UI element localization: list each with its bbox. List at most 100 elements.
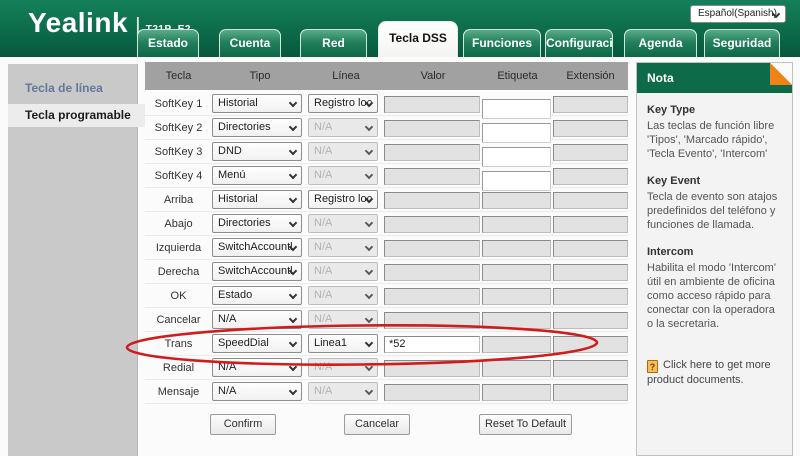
type-select[interactable]: SpeedDial — [212, 334, 302, 353]
line-select: N/A — [308, 382, 378, 401]
table-row-izquierda: Izquierda SwitchAccountl N/A — [145, 236, 628, 260]
select-value: Registro loc — [314, 193, 372, 205]
select-value: DND — [218, 145, 242, 157]
key-label: Derecha — [145, 260, 212, 284]
table-row-cancelar: Cancelar N/A N/A — [145, 308, 628, 332]
type-select[interactable]: Estado — [212, 286, 302, 305]
type-select[interactable]: N/A — [212, 310, 302, 329]
line-select[interactable]: Registro loc — [308, 190, 378, 209]
chevron-down-icon — [289, 123, 297, 131]
select-value: N/A — [314, 313, 332, 325]
sidebar-item-tecla-programable[interactable]: Tecla programable — [8, 104, 145, 127]
sidebar-item-tecla-de-linea[interactable]: Tecla de línea — [8, 77, 137, 100]
type-select[interactable]: SwitchAccountl — [212, 262, 302, 281]
tab-tecla-dss[interactable]: Tecla DSS — [378, 21, 458, 57]
value-input — [384, 168, 480, 185]
tab-label: Funciones — [472, 36, 532, 50]
line-select: N/A — [308, 118, 378, 137]
chevron-down-icon — [365, 171, 373, 179]
reset-to-default-button[interactable]: Reset To Default — [479, 414, 572, 435]
product-documents-link[interactable]: ?Click here to get more product document… — [647, 358, 782, 387]
header-bar: Yealink | T21P_E2 Español(Spanish) Estad… — [0, 0, 800, 57]
note-section-key-event: Key Event Tecla de evento son atajos pre… — [647, 174, 782, 232]
chevron-down-icon — [289, 363, 297, 371]
line-select[interactable]: Linea1 — [308, 334, 378, 353]
type-select[interactable]: Historial — [212, 190, 302, 209]
type-select[interactable]: Directories — [212, 118, 302, 137]
label-input[interactable] — [482, 147, 551, 167]
note-title: Nota — [647, 71, 674, 85]
logo-text: Yealink — [28, 9, 128, 37]
select-value: N/A — [314, 241, 332, 253]
select-value: N/A — [218, 313, 236, 325]
tab-agenda[interactable]: Agenda — [624, 29, 697, 57]
chevron-down-icon — [365, 315, 373, 323]
label-input[interactable] — [482, 171, 551, 191]
extension-input — [553, 312, 628, 329]
key-label: Abajo — [145, 212, 212, 236]
select-value: Linea1 — [314, 337, 347, 349]
select-value: N/A — [314, 217, 332, 229]
column-header-linea: Línea — [308, 70, 384, 82]
tab-cuenta[interactable]: Cuenta — [219, 29, 281, 57]
label-input[interactable] — [482, 123, 551, 143]
chevron-down-icon — [289, 339, 297, 347]
line-select: N/A — [308, 262, 378, 281]
key-label: SoftKey 3 — [145, 140, 212, 164]
chevron-down-icon — [365, 267, 373, 275]
value-input — [384, 384, 480, 401]
extension-input — [553, 240, 628, 257]
label-input[interactable] — [482, 99, 551, 119]
type-select[interactable]: Historial — [212, 94, 302, 113]
tab-label: Estado — [148, 36, 188, 50]
chevron-down-icon — [365, 219, 373, 227]
type-select[interactable]: DND — [212, 142, 302, 161]
line-select[interactable]: Registro loc — [308, 94, 378, 113]
line-select: N/A — [308, 286, 378, 305]
select-value: SpeedDial — [218, 337, 269, 349]
extension-input — [553, 288, 628, 305]
extension-input — [553, 336, 628, 353]
column-header-valor: Valor — [384, 70, 482, 82]
line-select: N/A — [308, 214, 378, 233]
table-row-abajo: Abajo Directories N/A — [145, 212, 628, 236]
cancel-button[interactable]: Cancelar — [344, 414, 410, 435]
label-input — [482, 216, 551, 233]
type-select[interactable]: SwitchAccountl — [212, 238, 302, 257]
key-label: SoftKey 1 — [145, 92, 212, 116]
type-select[interactable]: N/A — [212, 358, 302, 377]
table-row-softkey2: SoftKey 2 Directories N/A — [145, 116, 628, 140]
tab-label: Agenda — [638, 36, 682, 50]
tab-red[interactable]: Red — [300, 29, 367, 57]
tab-estado[interactable]: Estado — [137, 29, 199, 57]
confirm-button[interactable]: Confirm — [210, 414, 276, 435]
table-row-trans: Trans SpeedDial Linea1 *52 — [145, 332, 628, 356]
select-value: Estado — [218, 289, 252, 301]
value-input[interactable]: *52 — [384, 336, 480, 353]
select-value: Registro loc — [314, 97, 372, 109]
note-section-intercom: Intercom Habilita el modo 'Intercom' úti… — [647, 245, 782, 331]
note-section-heading: Intercom — [647, 245, 782, 259]
tab-funciones[interactable]: Funciones — [463, 29, 541, 57]
type-select[interactable]: N/A — [212, 382, 302, 401]
line-select: N/A — [308, 166, 378, 185]
extension-input — [553, 96, 628, 113]
tab-configuracion[interactable]: Configuraci — [545, 29, 613, 57]
yealink-web-config-page: Yealink | T21P_E2 Español(Spanish) Estad… — [0, 0, 800, 456]
value-input — [384, 312, 480, 329]
type-select[interactable]: Menú — [212, 166, 302, 185]
note-panel-body: Key Type Las teclas de función libre 'Ti… — [637, 93, 792, 387]
language-select[interactable]: Español(Spanish) — [690, 5, 786, 23]
select-value: Directories — [218, 217, 271, 229]
note-panel-header: Nota — [637, 63, 792, 93]
key-label: Trans — [145, 332, 212, 356]
key-label: Izquierda — [145, 236, 212, 260]
chevron-down-icon — [365, 147, 373, 155]
extension-input — [553, 168, 628, 185]
tab-seguridad[interactable]: Seguridad — [704, 29, 780, 57]
type-select[interactable]: Directories — [212, 214, 302, 233]
chevron-down-icon — [289, 171, 297, 179]
table-row-softkey1: SoftKey 1 Historial Registro loc — [145, 92, 628, 116]
value-input — [384, 192, 480, 209]
extension-input — [553, 120, 628, 137]
